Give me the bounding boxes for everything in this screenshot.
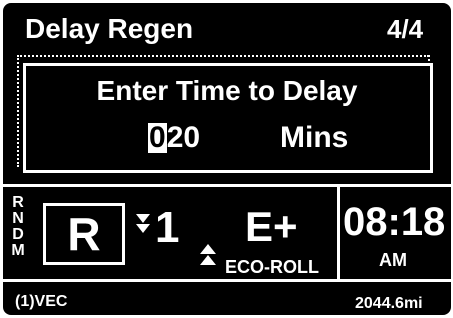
gear-position-r: R <box>12 194 24 211</box>
message-source: (1)VEC <box>15 293 68 310</box>
gear-position-n: N <box>12 210 24 227</box>
delay-prompt: Enter Time to Delay <box>96 75 358 106</box>
current-gear: R <box>67 208 101 260</box>
cluster-display: Delay Regen 4/4 Enter Time to Delay 020 … <box>3 3 451 315</box>
dialog-focus-outline-top <box>17 55 429 57</box>
delay-time-input[interactable]: 020 <box>148 121 200 155</box>
double-up-arrow-icon <box>200 244 216 265</box>
odometer: 2044.6mi <box>355 295 423 312</box>
dialog-focus-outline-left <box>17 55 19 167</box>
page-indicator: 4/4 <box>387 14 424 44</box>
screen-title: Delay Regen <box>25 13 194 44</box>
gear-number: 1 <box>155 203 180 252</box>
gear-position-strip: R N D M <box>11 195 25 259</box>
eco-level: E+ <box>245 203 298 250</box>
clock-divider <box>337 184 340 282</box>
eco-roll-label: ECO-ROLL <box>225 257 319 277</box>
delay-unit-label: Mins <box>280 121 349 154</box>
clock-time: 08:18 <box>343 200 446 244</box>
remaining-digits: 20 <box>166 121 201 154</box>
selected-digit[interactable]: 0 <box>148 123 167 153</box>
double-down-arrow-icon <box>136 214 150 233</box>
gear-position-d: D <box>12 226 24 243</box>
status-divider-bottom <box>3 279 451 282</box>
gear-position-m: M <box>11 242 25 259</box>
status-divider-top <box>3 184 451 187</box>
clock-period: AM <box>379 250 407 270</box>
